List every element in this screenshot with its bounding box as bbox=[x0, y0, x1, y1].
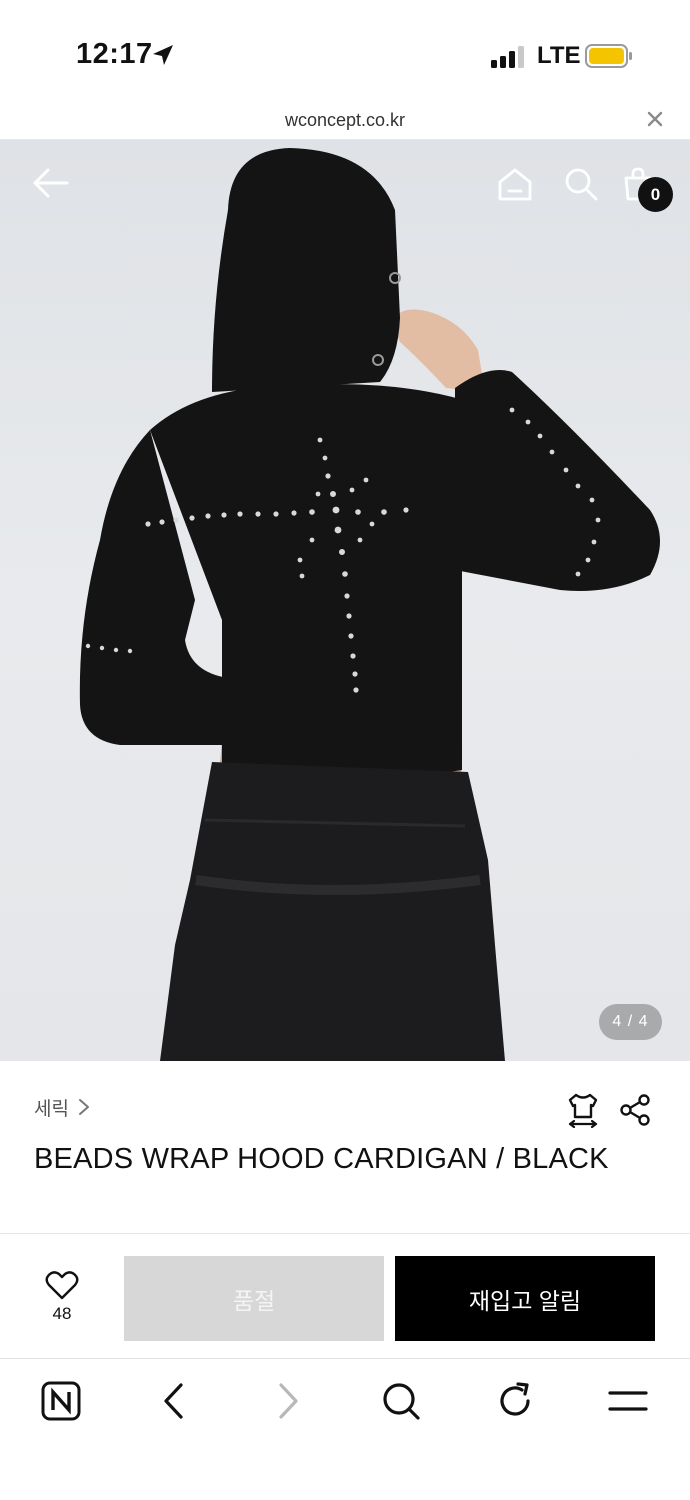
network-type: LTE bbox=[537, 42, 581, 69]
naver-home-icon[interactable] bbox=[40, 1380, 82, 1422]
cart-count-badge[interactable]: 0 bbox=[638, 177, 673, 212]
status-time: 12:17 bbox=[76, 38, 153, 70]
like-count: 48 bbox=[52, 1304, 72, 1323]
status-bar: 12:17 LTE bbox=[0, 0, 690, 100]
soldout-button: 품절 bbox=[124, 1256, 384, 1341]
restock-alert-button[interactable]: 재입고 알림 bbox=[395, 1256, 655, 1341]
share-icon[interactable] bbox=[619, 1094, 651, 1126]
back-arrow-icon[interactable] bbox=[32, 166, 70, 200]
brand-name: 세릭 bbox=[34, 1098, 69, 1120]
cellular-signal-icon bbox=[491, 46, 524, 68]
image-page-indicator: 4 / 4 bbox=[599, 1004, 662, 1040]
battery-icon bbox=[585, 44, 632, 68]
like-button[interactable]: 48 bbox=[36, 1270, 88, 1332]
url-text: wconcept.co.kr bbox=[284, 110, 406, 130]
menu-icon[interactable] bbox=[607, 1380, 649, 1422]
close-icon[interactable] bbox=[646, 110, 664, 128]
refresh-icon[interactable] bbox=[494, 1380, 536, 1422]
home-icon[interactable] bbox=[496, 166, 534, 202]
product-photo bbox=[79, 148, 660, 1061]
back-icon[interactable] bbox=[153, 1380, 195, 1422]
divider bbox=[0, 1233, 690, 1234]
product-image[interactable] bbox=[0, 140, 690, 1061]
product-title: BEADS WRAP HOOD CARDIGAN / BLACK bbox=[34, 1143, 609, 1175]
search-icon[interactable] bbox=[563, 166, 599, 202]
url-bar[interactable]: wconcept.co.kr bbox=[0, 100, 690, 140]
forward-icon[interactable] bbox=[267, 1380, 309, 1422]
size-guide-icon[interactable] bbox=[566, 1092, 600, 1128]
brand-link[interactable]: 세릭 bbox=[34, 1094, 91, 1120]
chevron-right-icon bbox=[78, 1099, 89, 1115]
location-arrow-icon bbox=[153, 45, 173, 65]
browser-search-icon[interactable] bbox=[380, 1380, 422, 1422]
heart-icon bbox=[45, 1271, 79, 1300]
browser-toolbar bbox=[0, 1358, 690, 1500]
